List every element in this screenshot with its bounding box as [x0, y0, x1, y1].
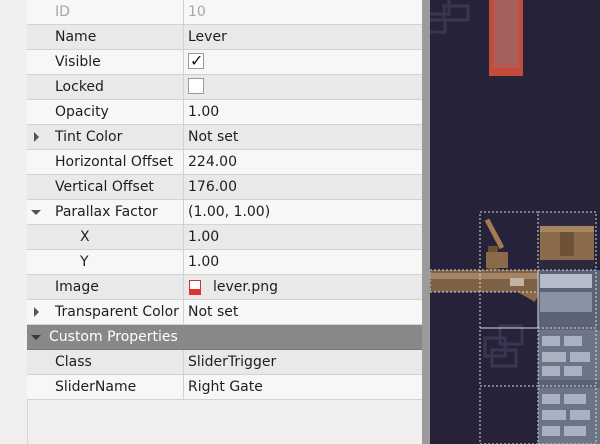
property-row-visible[interactable]: Visible ✓ [27, 50, 422, 75]
custom-property-row-slidername[interactable]: SliderName Right Gate [27, 375, 422, 400]
property-row-parallax-y[interactable]: Y 1.00 [27, 250, 422, 275]
property-row-horizontal-offset[interactable]: Horizontal Offset 224.00 [27, 150, 422, 175]
property-row-id: ID 10 [27, 0, 422, 25]
map-scene [430, 0, 600, 444]
property-row-tint-color[interactable]: Tint Color Not set [27, 125, 422, 150]
panel-splitter[interactable] [422, 0, 430, 444]
panel-gutter [0, 0, 28, 444]
checkmark-icon: ✓ [190, 51, 204, 70]
property-row-parallax-factor[interactable]: Parallax Factor (1.00, 1.00) [27, 200, 422, 225]
custom-property-row-class[interactable]: Class SliderTrigger [27, 350, 422, 375]
property-name: Tint Color [27, 125, 184, 149]
property-name: SliderName [27, 375, 184, 399]
property-row-name[interactable]: Name Lever [27, 25, 422, 50]
property-row-image[interactable]: Image lever.png [27, 275, 422, 300]
properties-panel: ID 10 Name Lever Visible ✓ Locked Opacit… [0, 0, 422, 444]
parallax-factor-field[interactable]: (1.00, 1.00) [188, 200, 270, 224]
parallax-y-field[interactable]: 1.00 [188, 250, 219, 274]
collapse-arrow-icon[interactable] [31, 335, 41, 340]
transparent-color-field[interactable]: Not set [188, 300, 238, 324]
parallax-x-field[interactable]: 1.00 [188, 225, 219, 249]
property-name: Name [27, 25, 184, 49]
property-row-parallax-x[interactable]: X 1.00 [27, 225, 422, 250]
tint-color-field[interactable]: Not set [188, 125, 238, 149]
property-name: Transparent Color [27, 300, 184, 324]
name-field[interactable]: Lever [188, 25, 227, 49]
property-name: ID [27, 0, 184, 24]
group-label: Custom Properties [49, 329, 178, 345]
image-field[interactable]: lever.png [213, 275, 278, 299]
property-value: 10 [188, 4, 206, 20]
property-row-opacity[interactable]: Opacity 1.00 [27, 100, 422, 125]
horizontal-offset-field[interactable]: 224.00 [188, 150, 237, 174]
property-row-transparent-color[interactable]: Transparent Color Not set [27, 300, 422, 325]
opacity-field[interactable]: 1.00 [188, 100, 219, 124]
class-field[interactable]: SliderTrigger [188, 350, 276, 374]
property-name: Y [27, 250, 184, 274]
visible-checkbox[interactable]: ✓ [188, 51, 204, 70]
property-name: Class [27, 350, 184, 374]
png-file-icon [189, 280, 201, 295]
crate-sprite [538, 212, 594, 268]
stone-pillar-sprite [538, 270, 600, 444]
property-name: Locked [27, 75, 184, 99]
beam-sprite [430, 270, 538, 292]
property-name: Image [27, 275, 184, 299]
property-row-vertical-offset[interactable]: Vertical Offset 176.00 [27, 175, 422, 200]
slidername-field[interactable]: Right Gate [188, 375, 263, 399]
map-canvas[interactable] [430, 0, 600, 444]
property-name: X [27, 225, 184, 249]
property-name: Parallax Factor [27, 200, 184, 224]
custom-properties-group-header[interactable]: Custom Properties [27, 325, 422, 350]
property-name: Visible [27, 50, 184, 74]
locked-checkbox[interactable] [188, 78, 204, 94]
vertical-offset-field[interactable]: 176.00 [188, 175, 237, 199]
property-list: ID 10 Name Lever Visible ✓ Locked Opacit… [27, 0, 422, 400]
banner-sprite [489, 0, 523, 76]
property-name: Horizontal Offset [27, 150, 184, 174]
property-name: Vertical Offset [27, 175, 184, 199]
property-row-locked[interactable]: Locked [27, 75, 422, 100]
property-name: Opacity [27, 100, 184, 124]
